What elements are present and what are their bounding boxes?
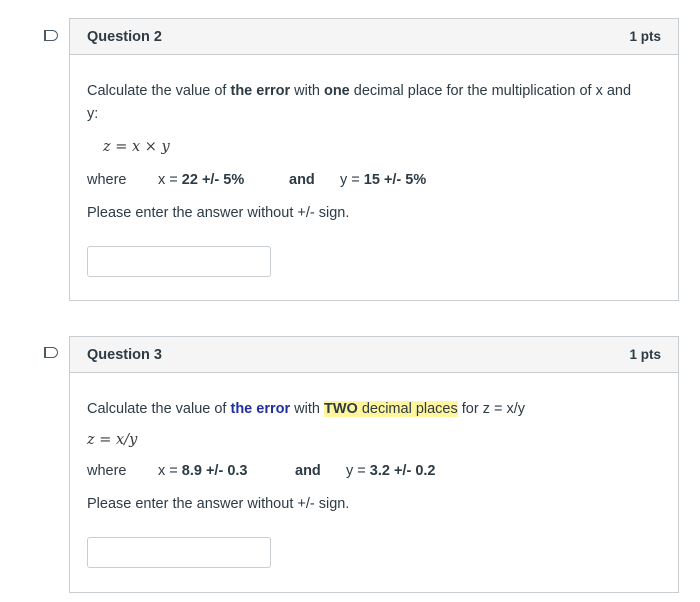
where-label: where (87, 172, 127, 188)
emphasis-text: one (323, 83, 350, 99)
question-points: 1 pts (629, 347, 661, 362)
x-variable: x = 22 +/- 5% (158, 172, 245, 188)
question-header: Question 2 1 pts (70, 19, 678, 55)
where-label: where (87, 463, 127, 479)
question-prompt: Calculate the value of the error with TW… (87, 401, 526, 417)
formula: z = x/y (87, 432, 138, 448)
answer-input[interactable] (87, 537, 271, 568)
y-variable: y = 15 +/- 5% (340, 172, 427, 188)
instruction-text: Please enter the answer without +/- sign… (87, 205, 350, 221)
question-title: Question 3 (87, 346, 162, 363)
instruction-text: Please enter the answer without +/- sign… (87, 496, 350, 512)
question-card: Question 3 1 pts Calculate the value of … (69, 336, 679, 593)
and-label: and (295, 463, 321, 479)
answer-input[interactable] (87, 246, 271, 277)
emphasis-text: the error (230, 401, 291, 417)
flag-question-icon[interactable] (44, 30, 58, 41)
variables-row: where x = 22 +/- 5% and y = 15 +/- 5% (87, 169, 661, 192)
and-label: and (289, 172, 315, 188)
question-card: Question 2 1 pts Calculate the value of … (69, 18, 679, 301)
x-variable: x = 8.9 +/- 0.3 (158, 463, 248, 479)
question-title: Question 2 (87, 28, 162, 45)
formula: z = x × y (103, 139, 170, 155)
highlighted-text: TWO (323, 401, 358, 417)
flag-question-icon[interactable] (44, 347, 58, 358)
question-points: 1 pts (629, 29, 661, 44)
highlighted-text: decimal places (357, 401, 458, 417)
emphasis-text: the error (230, 83, 291, 99)
question-header: Question 3 1 pts (70, 337, 678, 373)
question-prompt: Calculate the value of the error with on… (87, 83, 632, 122)
variables-row: where x = 8.9 +/- 0.3 and y = 3.2 +/- 0.… (87, 460, 661, 483)
y-variable: y = 3.2 +/- 0.2 (346, 463, 436, 479)
